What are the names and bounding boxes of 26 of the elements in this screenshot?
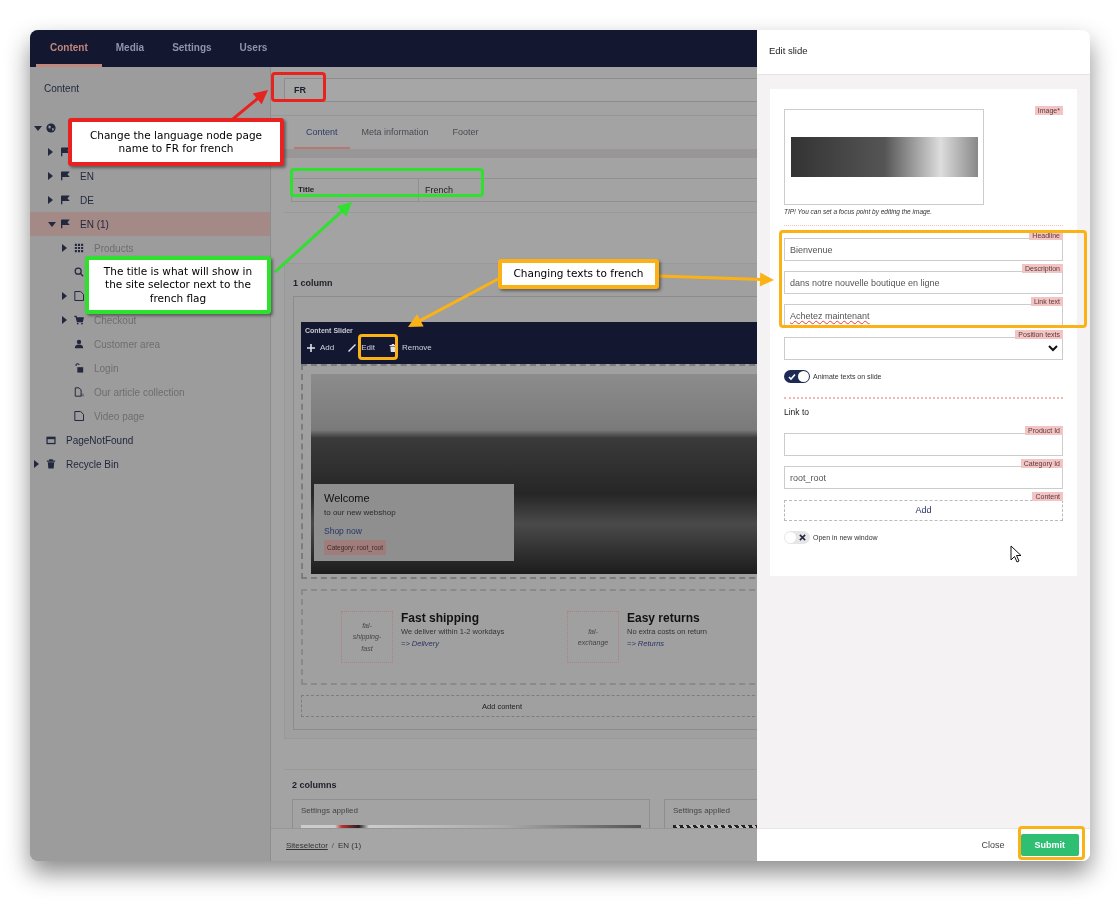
usp-title: Easy returns [627,611,701,625]
breadcrumb-separator: / [331,840,335,850]
tree-label: DE [80,194,94,206]
callout-tooltip: Change the language node page name to FR for french [68,118,284,166]
input-value: dans notre nouvelle boutique en ligne [790,277,940,288]
input-value: Bienvenue [790,244,833,255]
column-label: Settings applied [673,806,731,815]
callout-tooltip: Changing texts to french [498,259,659,289]
input-value: root_root [790,472,827,483]
tree-label: EN [80,170,94,182]
tree-label: PageNotFound [66,434,134,446]
page-name-value: FR [294,85,306,95]
sidebar-title: Content [43,82,81,96]
panel-title: Edit slide [757,30,1090,75]
slide-text: to our new webshop [324,508,397,517]
section-heading: Link to [784,407,811,417]
section-title: 2 columns [292,780,338,790]
input-value: Achetez maintenant [790,310,870,321]
tree-label: EN (1) [80,218,109,230]
breadcrumb-current: EN (1) [338,840,362,850]
column-label: Settings applied [301,806,359,815]
section-title: 1 column [293,278,334,288]
usp-title: Fast shipping [401,611,480,625]
callout-tooltip: The title is what will show in the site selector next to the french flag [85,256,271,314]
tree-label: Recycle Bin [66,458,119,470]
slide-headline: Welcome [324,492,371,504]
